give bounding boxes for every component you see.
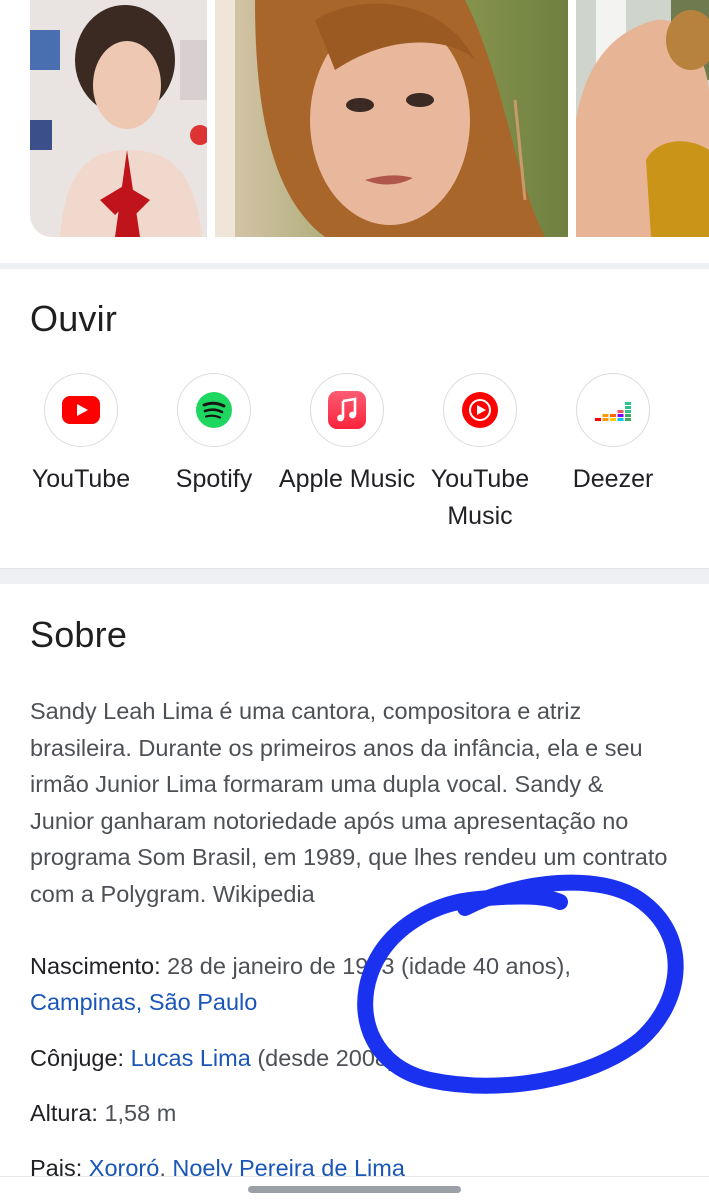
- spouse-link[interactable]: Lucas Lima: [131, 1045, 251, 1071]
- image-thumbnail-3[interactable]: [576, 0, 709, 237]
- portrait-photo-2: [215, 0, 568, 237]
- gesture-handle[interactable]: [248, 1186, 461, 1193]
- fact-value: (desde 2008): [257, 1045, 396, 1071]
- fact-label: Cônjuge:: [30, 1045, 125, 1071]
- service-deezer[interactable]: Deezer: [543, 373, 683, 498]
- listen-section-title: Ouvir: [30, 298, 118, 339]
- service-label: Deezer: [572, 465, 654, 493]
- fact-height: Altura: 1,58 m: [30, 1095, 680, 1131]
- spotify-icon: [177, 373, 251, 447]
- service-spotify[interactable]: Spotify: [144, 373, 284, 498]
- fact-value: 28 de janeiro de 1983 (idade 40 anos),: [167, 953, 571, 979]
- fact-label: Nascimento:: [30, 953, 161, 979]
- fact-spouse: Cônjuge: Lucas Lima (desde 2008): [30, 1040, 680, 1076]
- service-label: YouTube: [31, 465, 131, 493]
- image-thumbnail-1[interactable]: [30, 0, 207, 237]
- image-carousel: [0, 0, 709, 237]
- portrait-photo-3: [576, 0, 709, 237]
- image-thumbnail-2[interactable]: [215, 0, 568, 237]
- apple-music-icon: [310, 373, 384, 447]
- youtube-icon: [44, 373, 118, 447]
- section-divider: [0, 263, 709, 269]
- fact-value: 1,58 m: [104, 1100, 177, 1126]
- service-label: Spotify: [175, 465, 253, 493]
- about-section-title: Sobre: [30, 614, 128, 655]
- service-label: Apple Music: [278, 465, 416, 493]
- about-description: Sandy Leah Lima é uma cantora, composito…: [30, 698, 668, 907]
- service-apple-music[interactable]: Apple Music: [277, 373, 417, 498]
- fact-birth: Nascimento: 28 de janeiro de 1983 (idade…: [30, 948, 680, 1020]
- section-divider: [0, 568, 709, 584]
- service-youtube[interactable]: YouTube: [11, 373, 151, 498]
- birthplace-link[interactable]: Campinas, São Paulo: [30, 989, 257, 1015]
- service-youtube-music[interactable]: YouTube Music: [410, 373, 550, 535]
- portrait-photo-1: [30, 0, 207, 237]
- youtube-music-icon: [443, 373, 517, 447]
- deezer-icon: [576, 373, 650, 447]
- service-label: YouTube Music: [430, 465, 530, 530]
- fact-label: Altura:: [30, 1100, 98, 1126]
